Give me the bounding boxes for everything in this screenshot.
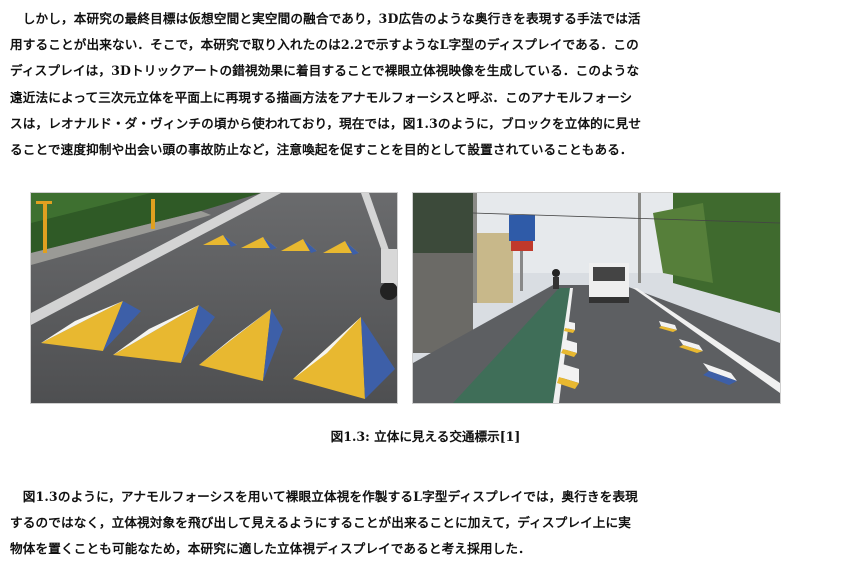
paragraph-line: スは，レオナルド・ダ・ヴィンチの頃から使われており，現在では，図1.3のように，… [10, 115, 642, 131]
paragraph-line: 用することが出来ない．そこで，本研究で取り入れたのは2.2で示すようなL字型のデ… [10, 37, 639, 53]
figure-caption: 図1.3: 立体に見える交通標示[1] [330, 429, 521, 444]
road-pyramid-markings-photo [30, 192, 398, 404]
street-photo-illustration [413, 193, 780, 403]
paragraph-line: 図1.3のように，アナモルフォーシスを用いて裸眼立体視を作製するL字型ディスプレ… [10, 489, 638, 504]
paragraph-line: しかし，本研究の最終目標は仮想空間と実空間の融合であり，3D広告のような奥行きを… [10, 11, 641, 26]
paragraph-line: ディスプレイは，3Dトリックアートの錯視効果に着目することで裸眼立体視映像を生成… [10, 63, 640, 79]
street-bike-lane-markings-photo [412, 192, 781, 404]
paragraph-line: するのではなく，立体視対象を飛び出して見えるようにすることが出来ることに加えて，… [10, 515, 632, 531]
paragraph-line: 物体を置くことも可能なため，本研究に適した立体視ディスプレイであると考え採用した… [10, 541, 531, 557]
body-paragraph-2: 図1.3のように，アナモルフォーシスを用いて裸眼立体視を作製するL字型ディスプレ… [10, 484, 840, 563]
body-paragraph-1: しかし，本研究の最終目標は仮想空間と実空間の融合であり，3D広告のような奥行きを… [10, 6, 840, 163]
paragraph-line: ることで速度抑制や出会い頭の事故防止など，注意喚起を促すことを目的として設置され… [10, 142, 633, 158]
road-photo-illustration [31, 193, 397, 403]
paragraph-line: 遠近法によって三次元立体を平面上に再現する描画方法をアナモルフォーシスと呼ぶ．こ… [10, 89, 633, 105]
